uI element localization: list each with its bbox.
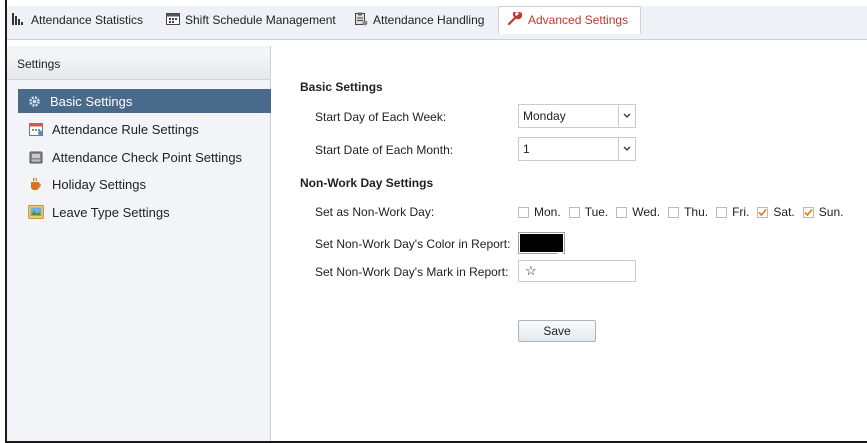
- day-checkbox-wed[interactable]: Wed.: [616, 205, 660, 219]
- start-day-select[interactable]: Monday: [518, 104, 636, 128]
- clipboard-icon: [354, 12, 368, 29]
- tab-label: Shift Schedule Management: [185, 13, 336, 27]
- day-checkbox-sun[interactable]: Sun.: [802, 205, 844, 219]
- device-icon: [28, 150, 44, 164]
- sidebar-item-label: Leave Type Settings: [52, 204, 170, 220]
- gear-icon: [26, 94, 42, 108]
- color-picker[interactable]: [518, 232, 565, 257]
- day-label: Sun.: [818, 205, 844, 219]
- chevron-down-icon: [618, 138, 635, 160]
- day-label: Mon.: [534, 205, 561, 219]
- chevron-down-icon: [557, 247, 563, 257]
- bar-chart-icon: [12, 12, 26, 28]
- color-in-report-label: Set Non-Work Day's Color in Report:: [315, 237, 511, 251]
- tab-label: Advanced Settings: [528, 13, 629, 27]
- sidebar-item-label: Attendance Rule Settings: [52, 121, 199, 137]
- sidebar-item-label: Holiday Settings: [52, 176, 146, 192]
- checkbox[interactable]: [757, 206, 769, 218]
- set-nonwork-day-label: Set as Non-Work Day:: [315, 205, 435, 219]
- nonwork-days-group: Mon. Tue. Wed. Thu. Fri. Sat. Sun.: [518, 205, 843, 219]
- sidebar-item-label: Attendance Check Point Settings: [52, 149, 243, 165]
- day-checkbox-sat[interactable]: Sat.: [757, 205, 795, 219]
- checkmark-icon: [758, 208, 768, 216]
- checkbox[interactable]: [616, 206, 628, 218]
- checkbox[interactable]: [668, 206, 680, 218]
- day-checkbox-mon[interactable]: Mon.: [518, 205, 561, 219]
- day-checkbox-thu[interactable]: Thu.: [668, 205, 708, 219]
- start-date-select[interactable]: 1: [518, 137, 636, 161]
- wrench-icon: [507, 9, 523, 29]
- tab-label: Attendance Handling: [373, 13, 485, 27]
- tab-attendance-handling[interactable]: Attendance Handling: [354, 9, 484, 31]
- settings-panel-header: Settings: [7, 50, 270, 80]
- start-date-value: 1: [523, 142, 530, 156]
- calendar-rule-icon: [28, 122, 44, 136]
- start-day-label: Start Day of Each Week:: [315, 110, 447, 124]
- checkbox[interactable]: [802, 206, 814, 218]
- start-day-value: Monday: [523, 109, 566, 123]
- day-label: Thu.: [684, 205, 709, 219]
- day-label: Wed.: [632, 205, 661, 219]
- save-button[interactable]: Save: [518, 320, 596, 342]
- day-checkbox-tue[interactable]: Tue.: [568, 205, 609, 219]
- day-label: Fri.: [732, 205, 750, 219]
- coffee-icon: [28, 177, 44, 191]
- picture-icon: [28, 205, 44, 219]
- tab-label: Attendance Statistics: [31, 13, 144, 27]
- chevron-down-icon: [618, 105, 635, 127]
- sidebar-item-leave-type-settings[interactable]: Leave Type Settings: [20, 200, 270, 224]
- day-checkbox-fri[interactable]: Fri.: [716, 205, 749, 219]
- day-label: Tue.: [584, 205, 609, 219]
- mark-input[interactable]: ☆: [518, 260, 636, 282]
- tab-advanced-settings[interactable]: Advanced Settings: [498, 6, 641, 34]
- sidebar-item-holiday-settings[interactable]: Holiday Settings: [20, 172, 270, 196]
- checkbox[interactable]: [568, 206, 580, 218]
- checkmark-icon: [804, 208, 813, 216]
- mark-in-report-label: Set Non-Work Day's Mark in Report:: [315, 265, 509, 279]
- nonwork-settings-title: Non-Work Day Settings: [300, 176, 434, 190]
- sidebar-item-attendance-check-point-settings[interactable]: Attendance Check Point Settings: [20, 145, 270, 169]
- sidebar-item-basic-settings[interactable]: Basic Settings: [18, 89, 271, 113]
- calendar-icon: [166, 12, 180, 28]
- tab-shift-schedule-management[interactable]: Shift Schedule Management: [166, 9, 336, 31]
- checkbox[interactable]: [518, 206, 529, 218]
- start-date-label: Start Date of Each Month:: [315, 143, 454, 157]
- sidebar-item-attendance-rule-settings[interactable]: Attendance Rule Settings: [20, 117, 270, 141]
- basic-settings-title: Basic Settings: [300, 80, 383, 94]
- tab-attendance-statistics[interactable]: Attendance Statistics: [12, 9, 143, 31]
- sidebar-item-label: Basic Settings: [50, 93, 133, 109]
- day-label: Sat.: [773, 205, 795, 219]
- checkbox[interactable]: [716, 206, 728, 218]
